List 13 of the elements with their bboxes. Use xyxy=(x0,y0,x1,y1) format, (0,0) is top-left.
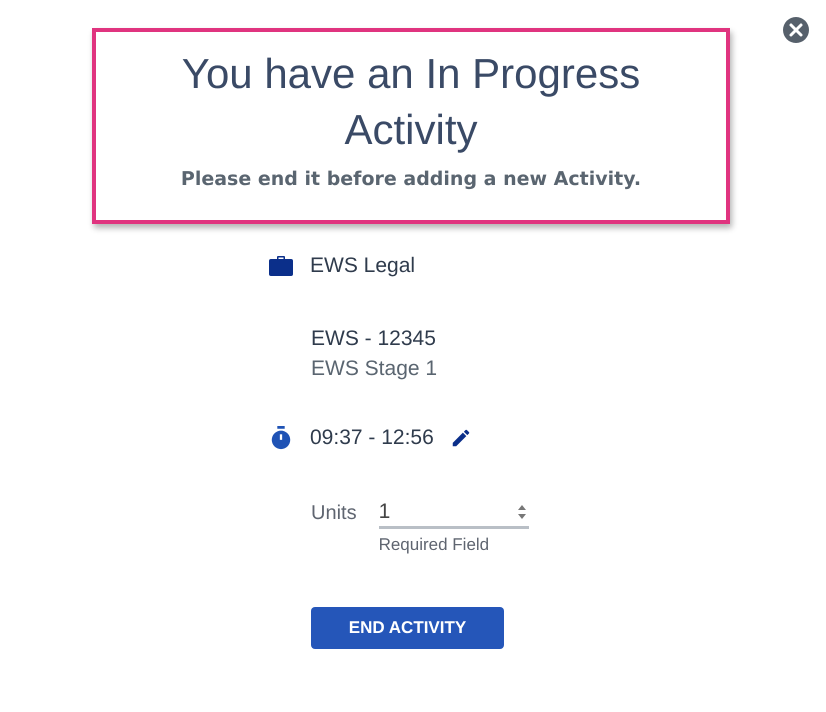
close-icon[interactable] xyxy=(782,16,810,44)
client-name: EWS Legal xyxy=(310,254,416,278)
matter-number: EWS - 12345 xyxy=(311,326,437,352)
units-label: Units xyxy=(311,501,357,526)
matter-stage: EWS Stage 1 xyxy=(311,356,438,382)
spinner-icon[interactable] xyxy=(516,504,527,520)
dialog-message: Please end it before adding a new Activity. xyxy=(180,168,642,190)
time-range: 09:37 - 12:56 xyxy=(310,426,434,450)
units-field[interactable]: 1 xyxy=(378,496,529,529)
briefcase-icon xyxy=(268,255,294,277)
dialog-title: You have an In Progress Activity xyxy=(180,49,642,155)
end-activity-button[interactable]: END ACTIVITY xyxy=(311,607,504,649)
field-hint: Required Field xyxy=(378,535,490,555)
